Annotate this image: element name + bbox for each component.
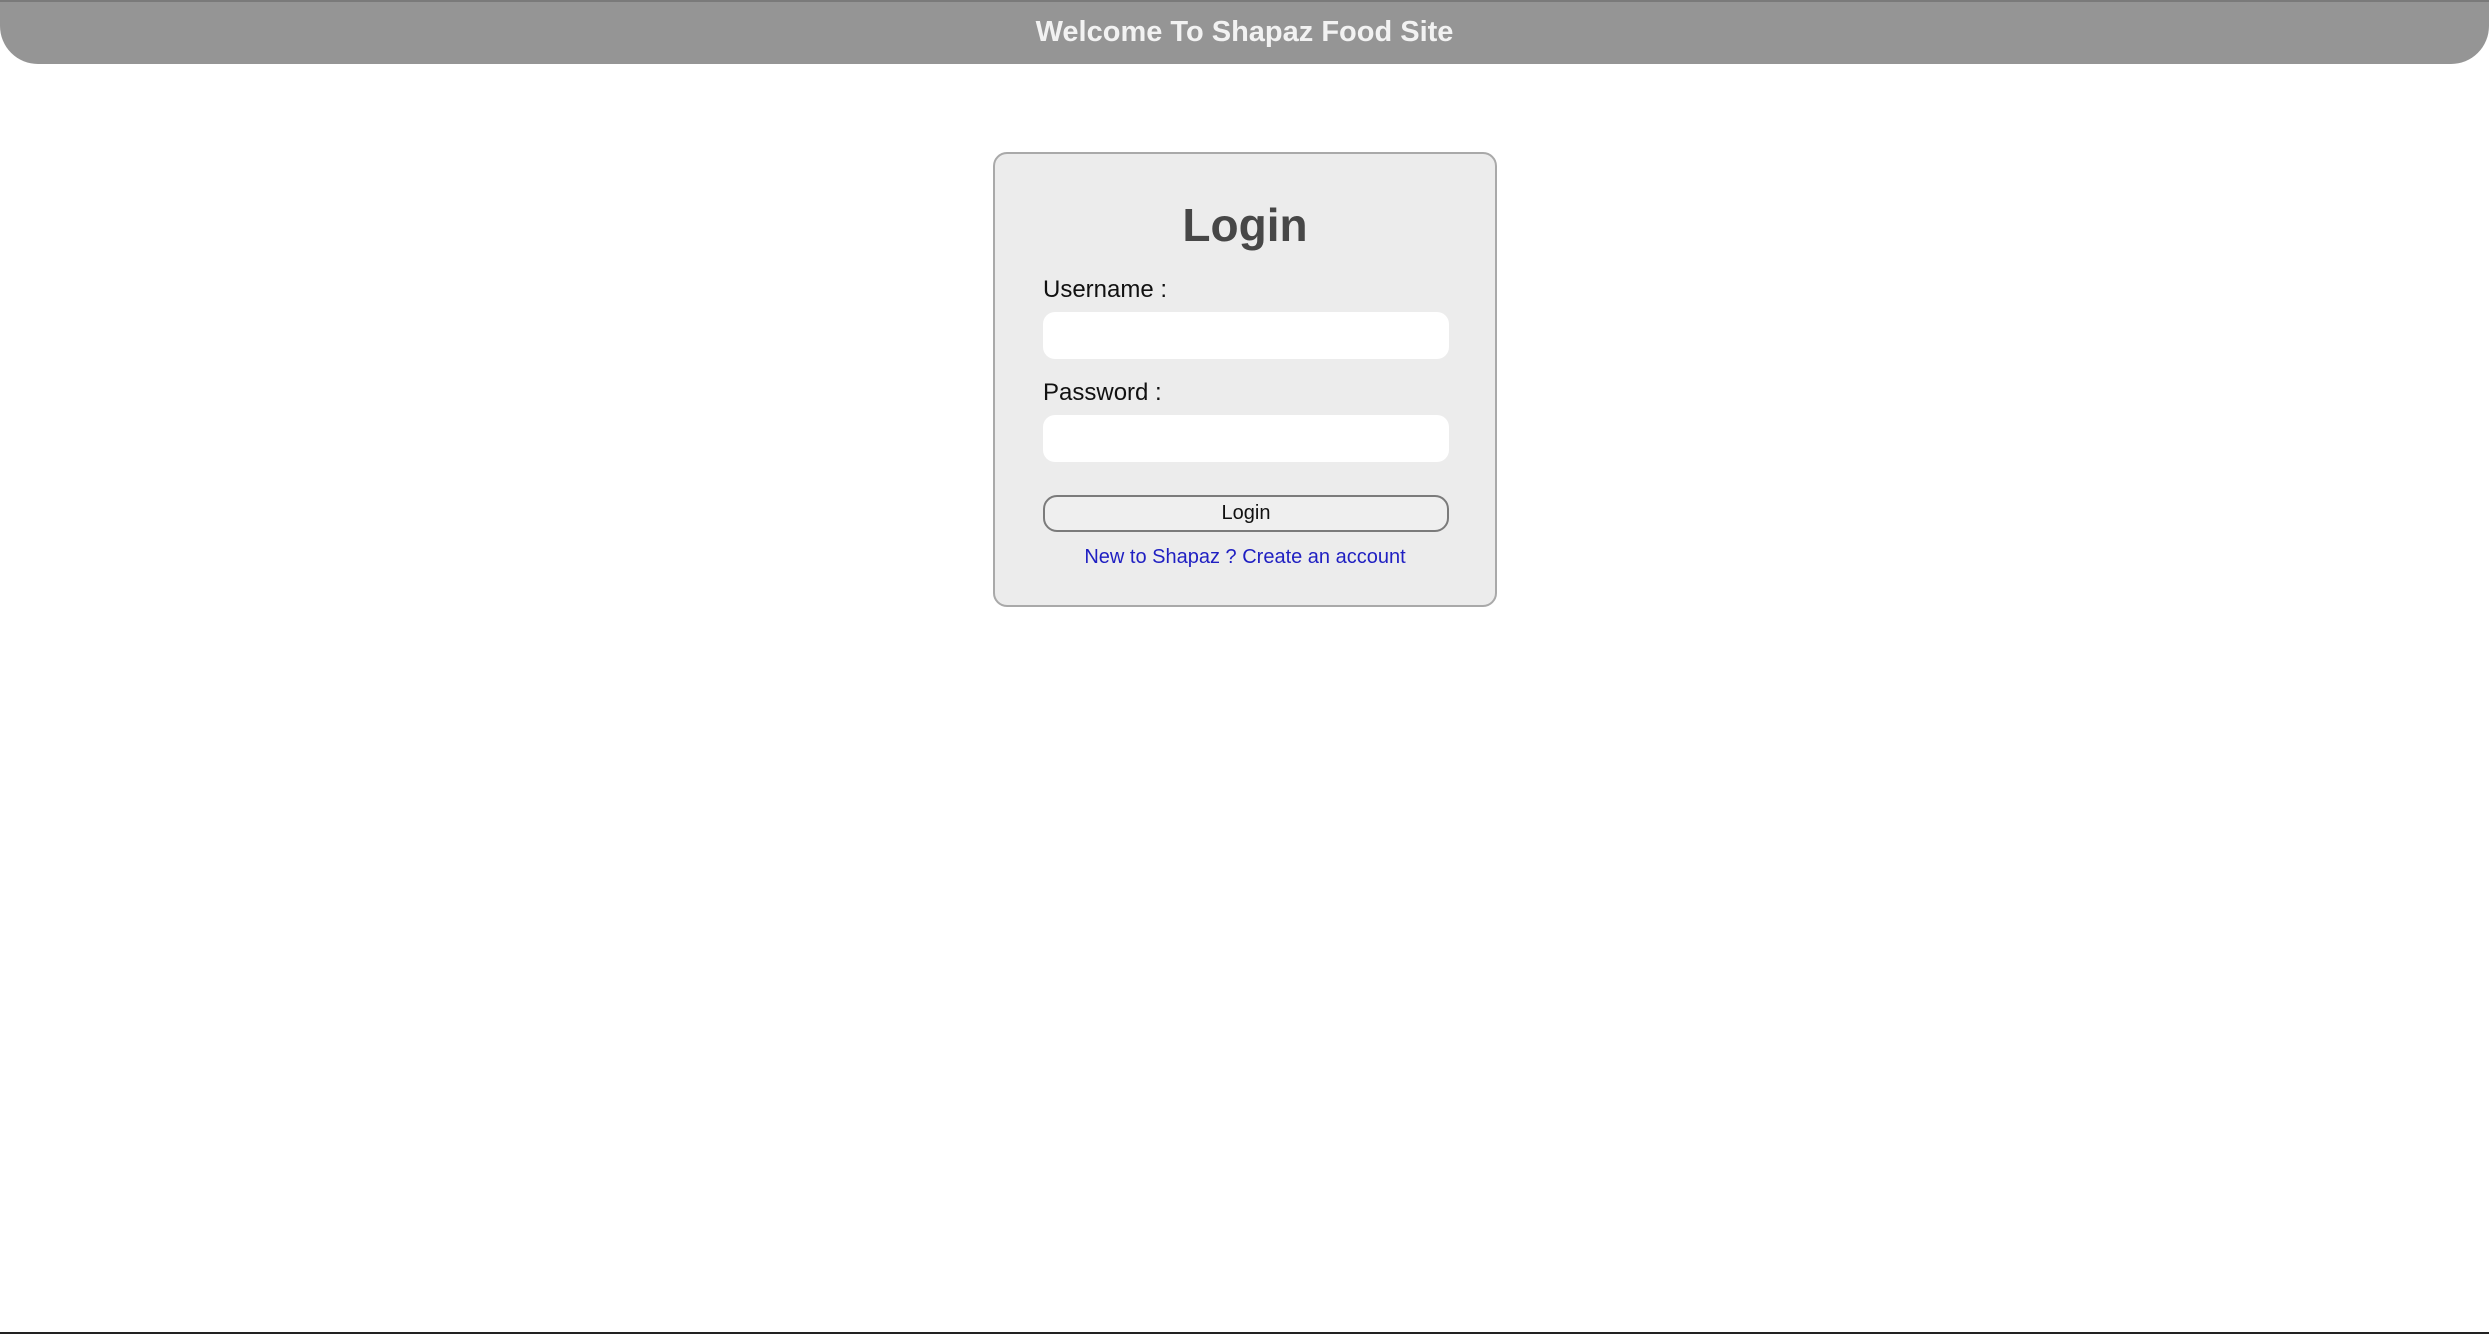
site-header: Welcome To Shapaz Food Site [0,0,2489,64]
login-title: Login [1182,199,1308,251]
username-field[interactable] [1043,312,1449,359]
site-title: Welcome To Shapaz Food Site [1035,16,1454,48]
login-button[interactable]: Login [1043,495,1449,532]
password-field[interactable] [1043,415,1449,462]
username-label: Username : [1043,276,1168,303]
password-label: Password : [1043,379,1162,406]
create-account-link[interactable]: New to Shapaz ? Create an account [995,547,1495,567]
login-card: Login Username : Password : Login New to… [993,152,1497,607]
